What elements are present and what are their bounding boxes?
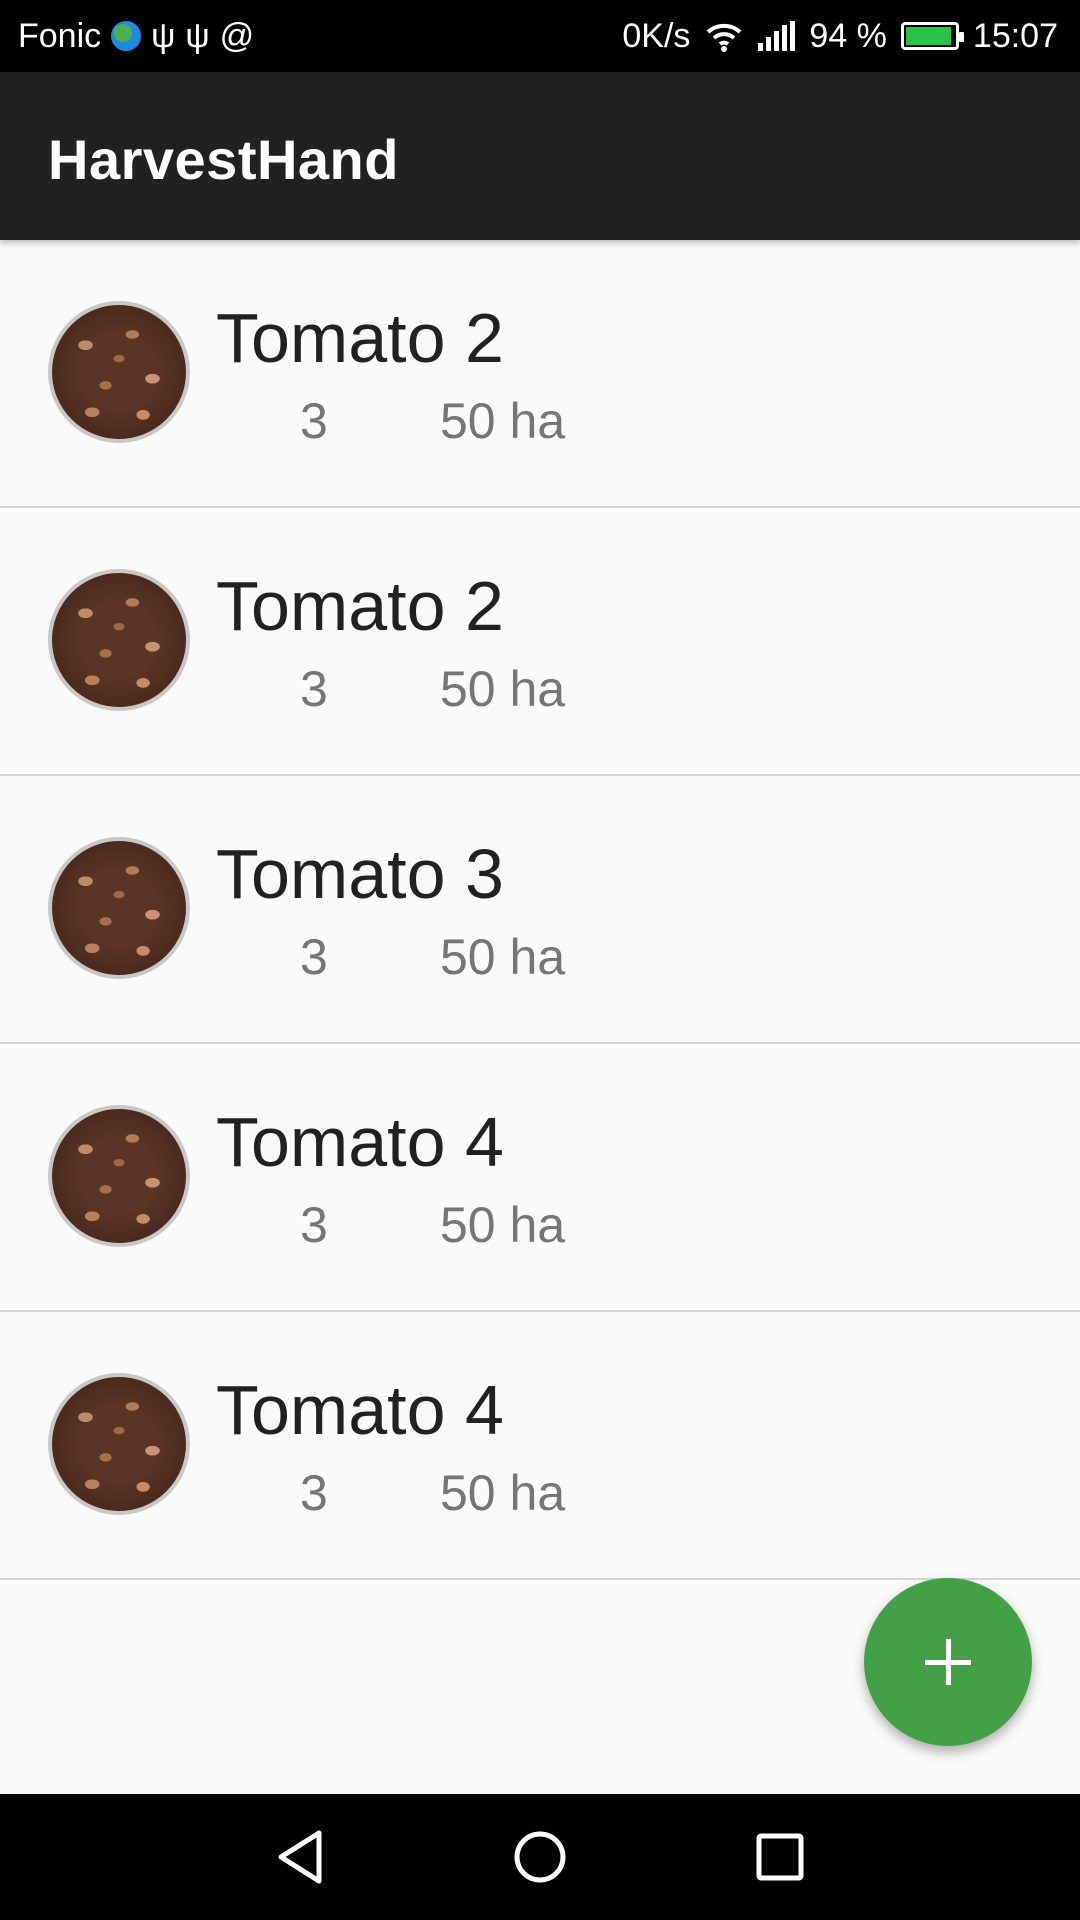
status-left: Fonic ψ ψ @ — [18, 0, 254, 72]
crop-name: Tomato 3 — [216, 835, 504, 913]
battery-fill — [905, 27, 951, 45]
recents-button[interactable] — [720, 1794, 840, 1920]
plus-icon — [925, 1639, 971, 1685]
net-speed: 0K/s — [622, 16, 691, 55]
coffee-beans-avatar — [48, 301, 190, 443]
app-bar: HarvestHand — [0, 72, 1080, 240]
crop-name: Tomato 4 — [216, 1103, 504, 1181]
globe-icon — [111, 21, 142, 51]
crop-count: 3 — [300, 1197, 328, 1253]
crop-name: Tomato 2 — [216, 299, 504, 377]
crop-list: Tomato 2 3 50 ha Tomato 2 3 50 ha Tomato… — [0, 240, 1080, 1580]
crop-area: 50 ha — [440, 661, 566, 717]
list-item[interactable]: Tomato 4 3 50 ha — [0, 1312, 1080, 1580]
home-button[interactable] — [480, 1794, 600, 1920]
usb-icon: ψ — [151, 17, 176, 55]
crop-count: 3 — [300, 661, 328, 717]
recents-icon — [756, 1833, 804, 1881]
crop-name: Tomato 4 — [216, 1371, 504, 1449]
crop-count: 3 — [300, 1465, 328, 1521]
signal-icon — [758, 21, 796, 51]
list-item[interactable]: Tomato 4 3 50 ha — [0, 1044, 1080, 1312]
nav-bar — [0, 1794, 1080, 1920]
back-button[interactable] — [240, 1794, 360, 1920]
list-item[interactable]: Tomato 2 3 50 ha — [0, 508, 1080, 776]
list-item[interactable]: Tomato 2 3 50 ha — [0, 240, 1080, 508]
usb-icon: ψ — [185, 17, 210, 55]
list-item[interactable]: Tomato 3 3 50 ha — [0, 776, 1080, 1044]
carrier-label: Fonic — [18, 16, 102, 55]
coffee-beans-avatar — [48, 837, 190, 979]
clock: 15:07 — [972, 16, 1058, 55]
app-title: HarvestHand — [48, 128, 399, 191]
coffee-beans-avatar — [48, 569, 190, 711]
battery-percent: 94 % — [809, 16, 887, 55]
crop-count: 3 — [300, 393, 328, 449]
back-icon — [278, 1830, 322, 1884]
crop-area: 50 ha — [440, 393, 566, 449]
crop-name: Tomato 2 — [216, 567, 504, 645]
add-crop-button[interactable] — [864, 1578, 1032, 1746]
battery-icon — [900, 22, 964, 50]
crop-area: 50 ha — [440, 1465, 566, 1521]
home-icon — [514, 1831, 566, 1883]
status-right: 0K/s 94 % 15:07 — [622, 0, 1058, 72]
wifi-icon — [707, 23, 742, 52]
crop-area: 50 ha — [440, 1197, 566, 1253]
at-icon: @ — [219, 17, 255, 55]
coffee-beans-avatar — [48, 1373, 190, 1515]
crop-area: 50 ha — [440, 929, 566, 985]
status-bar: Fonic ψ ψ @ 0K/s 94 % 15:07 — [0, 0, 1080, 72]
crop-count: 3 — [300, 929, 328, 985]
coffee-beans-avatar — [48, 1105, 190, 1247]
